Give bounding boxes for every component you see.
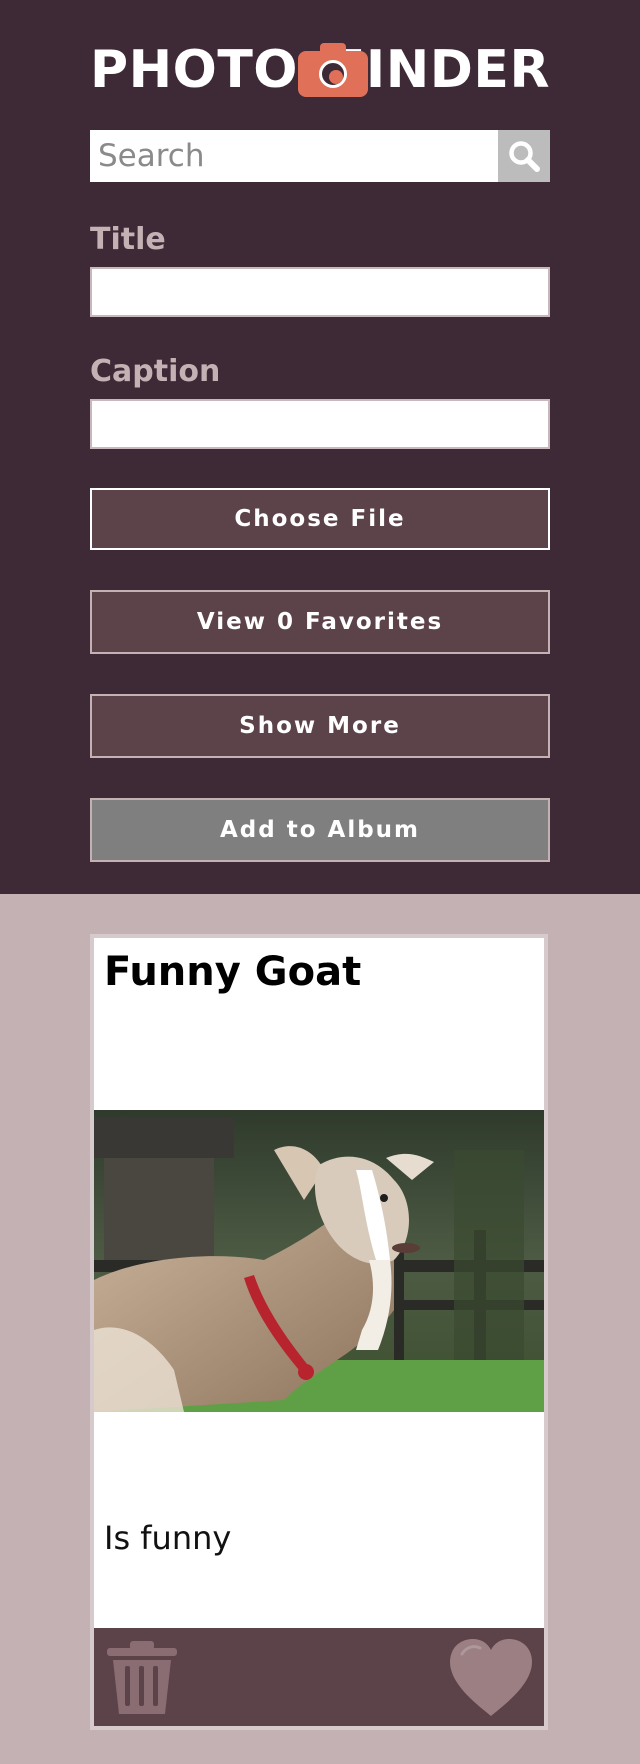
photo-card: Funny Goat Is funny — [90, 934, 548, 1730]
card-photo — [94, 1110, 544, 1412]
card-title: Funny Goat — [104, 949, 362, 995]
app-logo: PHOTO FINDER — [90, 38, 550, 102]
search-button[interactable] — [498, 130, 550, 182]
logo-text-photo: PHOTO — [90, 40, 299, 100]
card-caption: Is funny — [104, 1519, 232, 1557]
search-input[interactable] — [90, 130, 498, 182]
goat-image — [94, 1110, 544, 1412]
card-footer — [94, 1628, 544, 1726]
title-label: Title — [90, 222, 166, 257]
caption-input[interactable] — [90, 399, 550, 449]
search-bar — [90, 130, 550, 182]
add-to-album-button[interactable]: Add to Album — [90, 798, 550, 862]
camera-icon — [298, 43, 369, 97]
title-input[interactable] — [90, 267, 550, 317]
header-panel: PHOTO FINDER Title Caption Choose File V… — [0, 0, 640, 894]
search-icon — [509, 141, 540, 172]
show-more-button[interactable]: Show More — [90, 694, 550, 758]
view-favorites-button[interactable]: View 0 Favorites — [90, 590, 550, 654]
heart-icon[interactable] — [448, 1638, 534, 1718]
choose-file-button[interactable]: Choose File — [90, 488, 550, 550]
trash-icon[interactable] — [104, 1640, 180, 1716]
caption-label: Caption — [90, 354, 221, 389]
